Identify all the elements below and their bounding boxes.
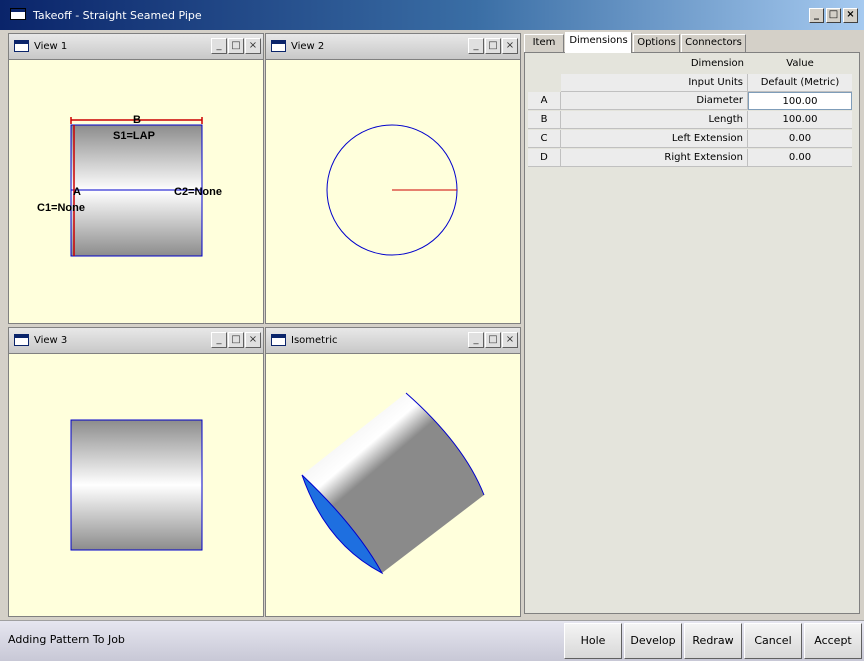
table-row[interactable]: D Right Extension 0.00	[528, 149, 856, 168]
grid-row-dimension: Length	[561, 111, 748, 129]
view-2-header[interactable]: View 2 _ □ ×	[266, 34, 520, 60]
table-row[interactable]: C Left Extension 0.00	[528, 130, 856, 149]
grid-row-dimension: Diameter	[561, 92, 748, 110]
redraw-button[interactable]: Redraw	[684, 623, 742, 659]
isometric-minimize-button[interactable]: _	[468, 332, 484, 348]
label-c2: C2=None	[174, 186, 222, 198]
grid-units-value[interactable]: Default (Metric)	[748, 74, 852, 92]
window-title-bar[interactable]: Takeoff - Straight Seamed Pipe _ □ ×	[0, 0, 864, 32]
label-a: A	[73, 186, 81, 198]
view-2-maximize-button[interactable]: □	[485, 38, 501, 54]
diameter-input[interactable]: 100.00	[748, 92, 852, 110]
grid-header-dimension: Dimension	[690, 58, 744, 69]
grid-header-letter	[528, 55, 561, 73]
isometric-canvas[interactable]	[266, 354, 520, 616]
isometric-maximize-button[interactable]: □	[485, 332, 501, 348]
view-1-title: View 1	[34, 41, 68, 52]
grid-row-letter: C	[528, 130, 561, 148]
iso-pipe-body	[302, 393, 484, 573]
grid-row-dimension: Right Extension	[561, 149, 748, 167]
label-c1: C1=None	[37, 202, 85, 214]
isometric-header[interactable]: Isometric _ □ ×	[266, 328, 520, 354]
right-extension-value[interactable]: 0.00	[748, 149, 852, 167]
isometric-close-button[interactable]: ×	[502, 332, 518, 348]
view-1-minimize-button[interactable]: _	[211, 38, 227, 54]
grid-units-row[interactable]: Input Units Default (Metric)	[528, 74, 856, 92]
cancel-button[interactable]: Cancel	[744, 623, 802, 659]
tab-item[interactable]: Item	[524, 34, 564, 52]
hole-button[interactable]: Hole	[564, 623, 622, 659]
window-close-button[interactable]: ×	[843, 8, 858, 23]
left-extension-value[interactable]: 0.00	[748, 130, 852, 148]
view-window-icon	[14, 334, 29, 346]
view-window-icon	[271, 40, 286, 52]
tab-options[interactable]: Options	[633, 34, 680, 52]
label-b: B	[133, 114, 141, 126]
view-3-header[interactable]: View 3 _ □ ×	[9, 328, 263, 354]
view-3-drawing	[70, 419, 203, 551]
grid-header-value: Value	[786, 58, 814, 69]
grid-row-dimension: Left Extension	[561, 130, 748, 148]
view-1-drawing: B S1=LAP A C2=None C1=None	[37, 114, 222, 257]
dimensions-panel: Dimension Value Input Units Default (Met…	[524, 52, 860, 614]
window-title: Takeoff - Straight Seamed Pipe	[33, 9, 202, 22]
view-2-close-button[interactable]: ×	[502, 38, 518, 54]
view-3-close-button[interactable]: ×	[245, 332, 261, 348]
table-row[interactable]: B Length 100.00	[528, 111, 856, 130]
isometric-title: Isometric	[291, 335, 338, 346]
view-2-drawing	[326, 124, 458, 256]
view-2-panel: View 2 _ □ ×	[265, 33, 521, 324]
tab-dimensions[interactable]: Dimensions	[565, 32, 632, 53]
grid-row-letter: D	[528, 149, 561, 167]
view-1-panel: View 1 _ □ × B S1=LAP A C2=None C1=None	[8, 33, 264, 324]
status-text: Adding Pattern To Job	[8, 633, 125, 646]
label-s1: S1=LAP	[113, 130, 155, 142]
grid-row-letter: A	[528, 92, 561, 110]
table-row[interactable]: A Diameter 100.00	[528, 92, 856, 111]
grid-units-label: Input Units	[561, 74, 748, 92]
accept-button[interactable]: Accept	[804, 623, 862, 659]
pipe-top-view	[70, 419, 203, 551]
view-1-maximize-button[interactable]: □	[228, 38, 244, 54]
app-window-icon	[10, 8, 26, 20]
window-maximize-button[interactable]: □	[826, 8, 841, 23]
develop-button[interactable]: Develop	[624, 623, 682, 659]
view-3-canvas[interactable]	[9, 354, 263, 616]
view-3-maximize-button[interactable]: □	[228, 332, 244, 348]
view-1-close-button[interactable]: ×	[245, 38, 261, 54]
length-value[interactable]: 100.00	[748, 111, 852, 129]
isometric-panel: Isometric _ □ ×	[265, 327, 521, 617]
view-window-icon	[271, 334, 286, 346]
view-3-title: View 3	[34, 335, 68, 346]
tab-connectors[interactable]: Connectors	[681, 34, 746, 52]
view-2-title: View 2	[291, 41, 325, 52]
grid-units-letter	[528, 74, 561, 92]
view-1-canvas[interactable]: B S1=LAP A C2=None C1=None	[9, 60, 263, 323]
view-window-icon	[14, 40, 29, 52]
grid-header-row: Dimension Value	[528, 55, 856, 74]
window-minimize-button[interactable]: _	[809, 8, 824, 23]
status-bar: Adding Pattern To Job Hole Develop Redra…	[0, 620, 864, 661]
view-3-minimize-button[interactable]: _	[211, 332, 227, 348]
isometric-drawing	[301, 392, 485, 575]
view-2-canvas[interactable]	[266, 60, 520, 323]
view-3-panel: View 3 _ □ ×	[8, 327, 264, 617]
view-2-minimize-button[interactable]: _	[468, 38, 484, 54]
dimensions-grid: Dimension Value Input Units Default (Met…	[528, 55, 856, 168]
grid-row-letter: B	[528, 111, 561, 129]
view-1-header[interactable]: View 1 _ □ ×	[9, 34, 263, 60]
